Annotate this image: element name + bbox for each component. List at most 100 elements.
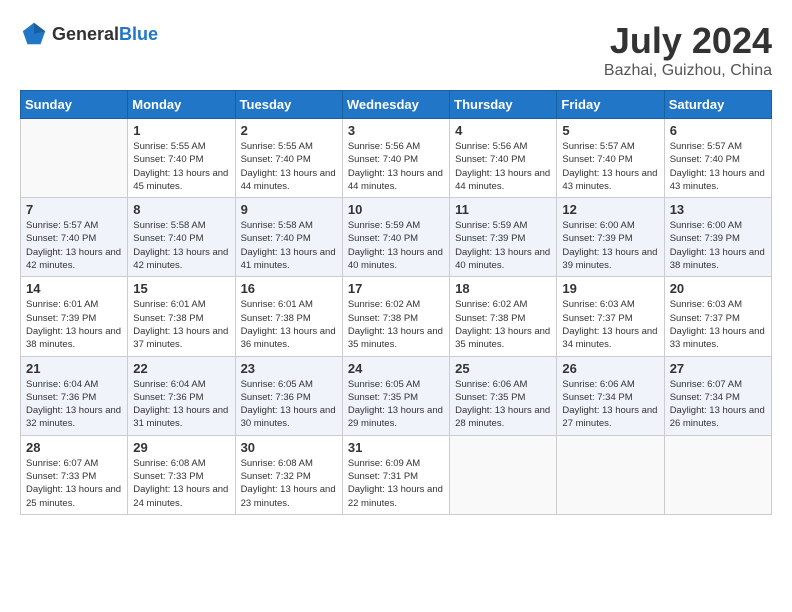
day-number: 4 xyxy=(455,123,551,138)
logo-blue: Blue xyxy=(119,24,158,44)
day-number: 8 xyxy=(133,202,229,217)
day-number: 20 xyxy=(670,281,766,296)
calendar-title: July 2024 xyxy=(604,20,772,62)
cell-w3-d3: 16Sunrise: 6:01 AMSunset: 7:38 PMDayligh… xyxy=(235,277,342,356)
day-number: 7 xyxy=(26,202,122,217)
day-info: Sunrise: 5:59 AMSunset: 7:39 PMDaylight:… xyxy=(455,219,551,272)
col-saturday: Saturday xyxy=(664,91,771,119)
day-info: Sunrise: 5:57 AMSunset: 7:40 PMDaylight:… xyxy=(562,140,658,193)
day-info: Sunrise: 6:03 AMSunset: 7:37 PMDaylight:… xyxy=(562,298,658,351)
cell-w5-d2: 29Sunrise: 6:08 AMSunset: 7:33 PMDayligh… xyxy=(128,435,235,514)
day-number: 24 xyxy=(348,361,444,376)
cell-w2-d4: 10Sunrise: 5:59 AMSunset: 7:40 PMDayligh… xyxy=(342,198,449,277)
day-info: Sunrise: 6:04 AMSunset: 7:36 PMDaylight:… xyxy=(133,378,229,431)
cell-w5-d6 xyxy=(557,435,664,514)
day-number: 14 xyxy=(26,281,122,296)
col-tuesday: Tuesday xyxy=(235,91,342,119)
day-info: Sunrise: 5:58 AMSunset: 7:40 PMDaylight:… xyxy=(133,219,229,272)
cell-w2-d7: 13 Sunrise: 6:00 AMSunset: 7:39 PMDayligh… xyxy=(664,198,771,277)
day-info: Sunrise: 5:57 AMSunset: 7:40 PMDaylight:… xyxy=(670,140,766,193)
day-number: 19 xyxy=(562,281,658,296)
cell-w3-d2: 15Sunrise: 6:01 AMSunset: 7:38 PMDayligh… xyxy=(128,277,235,356)
cell-w3-d1: 14 Sunrise: 6:01 AMSunset: 7:39 PMDayligh… xyxy=(21,277,128,356)
day-number: 30 xyxy=(241,440,337,455)
day-number: 9 xyxy=(241,202,337,217)
cell-w2-d1: 7Sunrise: 5:57 AMSunset: 7:40 PMDaylight… xyxy=(21,198,128,277)
day-info: Sunrise: 6:04 AMSunset: 7:36 PMDaylight:… xyxy=(26,378,122,431)
cell-w5-d1: 28 Sunrise: 6:07 AMSunset: 7:33 PMDayligh… xyxy=(21,435,128,514)
week-row-5: 28 Sunrise: 6:07 AMSunset: 7:33 PMDayligh… xyxy=(21,435,772,514)
day-info: Sunrise: 5:56 AMSunset: 7:40 PMDaylight:… xyxy=(348,140,444,193)
cell-w4-d7: 27 Sunrise: 6:07 AMSunset: 7:34 PMDayligh… xyxy=(664,356,771,435)
day-number: 21 xyxy=(26,361,122,376)
day-info: Sunrise: 6:03 AMSunset: 7:37 PMDaylight:… xyxy=(670,298,766,351)
cell-w2-d5: 11 Sunrise: 5:59 AMSunset: 7:39 PMDayligh… xyxy=(450,198,557,277)
day-info: Sunrise: 6:06 AMSunset: 7:34 PMDaylight:… xyxy=(562,378,658,431)
day-info: Sunrise: 5:55 AMSunset: 7:40 PMDaylight:… xyxy=(133,140,229,193)
day-info: Sunrise: 6:01 AMSunset: 7:39 PMDaylight:… xyxy=(26,298,122,351)
logo-icon xyxy=(20,20,48,48)
day-number: 28 xyxy=(26,440,122,455)
day-number: 2 xyxy=(241,123,337,138)
cell-w4-d1: 21 Sunrise: 6:04 AMSunset: 7:36 PMDayligh… xyxy=(21,356,128,435)
day-info: Sunrise: 6:00 AMSunset: 7:39 PMDaylight:… xyxy=(670,219,766,272)
day-number: 13 xyxy=(670,202,766,217)
cell-w2-d3: 9 Sunrise: 5:58 AMSunset: 7:40 PMDaylight… xyxy=(235,198,342,277)
day-info: Sunrise: 6:06 AMSunset: 7:35 PMDaylight:… xyxy=(455,378,551,431)
col-friday: Friday xyxy=(557,91,664,119)
day-number: 26 xyxy=(562,361,658,376)
day-info: Sunrise: 6:01 AMSunset: 7:38 PMDaylight:… xyxy=(133,298,229,351)
calendar-location: Bazhai, Guizhou, China xyxy=(604,62,772,80)
day-number: 27 xyxy=(670,361,766,376)
cell-w1-d4: 3 Sunrise: 5:56 AMSunset: 7:40 PMDaylight… xyxy=(342,119,449,198)
day-info: Sunrise: 5:55 AMSunset: 7:40 PMDaylight:… xyxy=(241,140,337,193)
cell-w2-d6: 12 Sunrise: 6:00 AMSunset: 7:39 PMDayligh… xyxy=(557,198,664,277)
cell-w3-d5: 18Sunrise: 6:02 AMSunset: 7:38 PMDayligh… xyxy=(450,277,557,356)
logo-text: GeneralBlue xyxy=(52,24,158,45)
day-number: 25 xyxy=(455,361,551,376)
page-header: GeneralBlue July 2024 Bazhai, Guizhou, C… xyxy=(20,20,772,80)
day-info: Sunrise: 6:07 AMSunset: 7:34 PMDaylight:… xyxy=(670,378,766,431)
day-number: 17 xyxy=(348,281,444,296)
col-monday: Monday xyxy=(128,91,235,119)
day-info: Sunrise: 6:02 AMSunset: 7:38 PMDaylight:… xyxy=(348,298,444,351)
cell-w4-d4: 24 Sunrise: 6:05 AMSunset: 7:35 PMDayligh… xyxy=(342,356,449,435)
day-info: Sunrise: 6:08 AMSunset: 7:32 PMDaylight:… xyxy=(241,457,337,510)
day-number: 12 xyxy=(562,202,658,217)
day-number: 5 xyxy=(562,123,658,138)
week-row-2: 7Sunrise: 5:57 AMSunset: 7:40 PMDaylight… xyxy=(21,198,772,277)
day-info: Sunrise: 6:02 AMSunset: 7:38 PMDaylight:… xyxy=(455,298,551,351)
cell-w5-d7 xyxy=(664,435,771,514)
day-number: 1 xyxy=(133,123,229,138)
cell-w3-d7: 20 Sunrise: 6:03 AMSunset: 7:37 PMDayligh… xyxy=(664,277,771,356)
cell-w4-d5: 25 Sunrise: 6:06 AMSunset: 7:35 PMDayligh… xyxy=(450,356,557,435)
day-number: 23 xyxy=(241,361,337,376)
day-info: Sunrise: 6:05 AMSunset: 7:36 PMDaylight:… xyxy=(241,378,337,431)
day-number: 3 xyxy=(348,123,444,138)
day-info: Sunrise: 6:05 AMSunset: 7:35 PMDaylight:… xyxy=(348,378,444,431)
day-number: 11 xyxy=(455,202,551,217)
logo-general: General xyxy=(52,24,119,44)
day-info: Sunrise: 5:58 AMSunset: 7:40 PMDaylight:… xyxy=(241,219,337,272)
col-wednesday: Wednesday xyxy=(342,91,449,119)
cell-w2-d2: 8 Sunrise: 5:58 AMSunset: 7:40 PMDaylight… xyxy=(128,198,235,277)
day-info: Sunrise: 5:59 AMSunset: 7:40 PMDaylight:… xyxy=(348,219,444,272)
day-info: Sunrise: 5:56 AMSunset: 7:40 PMDaylight:… xyxy=(455,140,551,193)
logo: GeneralBlue xyxy=(20,20,158,48)
day-number: 29 xyxy=(133,440,229,455)
cell-w4-d6: 26 Sunrise: 6:06 AMSunset: 7:34 PMDayligh… xyxy=(557,356,664,435)
day-number: 22 xyxy=(133,361,229,376)
cell-w3-d6: 19 Sunrise: 6:03 AMSunset: 7:37 PMDayligh… xyxy=(557,277,664,356)
day-number: 31 xyxy=(348,440,444,455)
cell-w3-d4: 17 Sunrise: 6:02 AMSunset: 7:38 PMDayligh… xyxy=(342,277,449,356)
day-info: Sunrise: 6:07 AMSunset: 7:33 PMDaylight:… xyxy=(26,457,122,510)
day-info: Sunrise: 6:01 AMSunset: 7:38 PMDaylight:… xyxy=(241,298,337,351)
cell-w5-d4: 31Sunrise: 6:09 AMSunset: 7:31 PMDayligh… xyxy=(342,435,449,514)
cell-w1-d5: 4 Sunrise: 5:56 AMSunset: 7:40 PMDaylight… xyxy=(450,119,557,198)
cell-w1-d2: 1 Sunrise: 5:55 AMSunset: 7:40 PMDaylight… xyxy=(128,119,235,198)
cell-w4-d2: 22 Sunrise: 6:04 AMSunset: 7:36 PMDayligh… xyxy=(128,356,235,435)
cell-w1-d3: 2 Sunrise: 5:55 AMSunset: 7:40 PMDaylight… xyxy=(235,119,342,198)
day-info: Sunrise: 6:00 AMSunset: 7:39 PMDaylight:… xyxy=(562,219,658,272)
cell-w1-d6: 5 Sunrise: 5:57 AMSunset: 7:40 PMDaylight… xyxy=(557,119,664,198)
col-thursday: Thursday xyxy=(450,91,557,119)
